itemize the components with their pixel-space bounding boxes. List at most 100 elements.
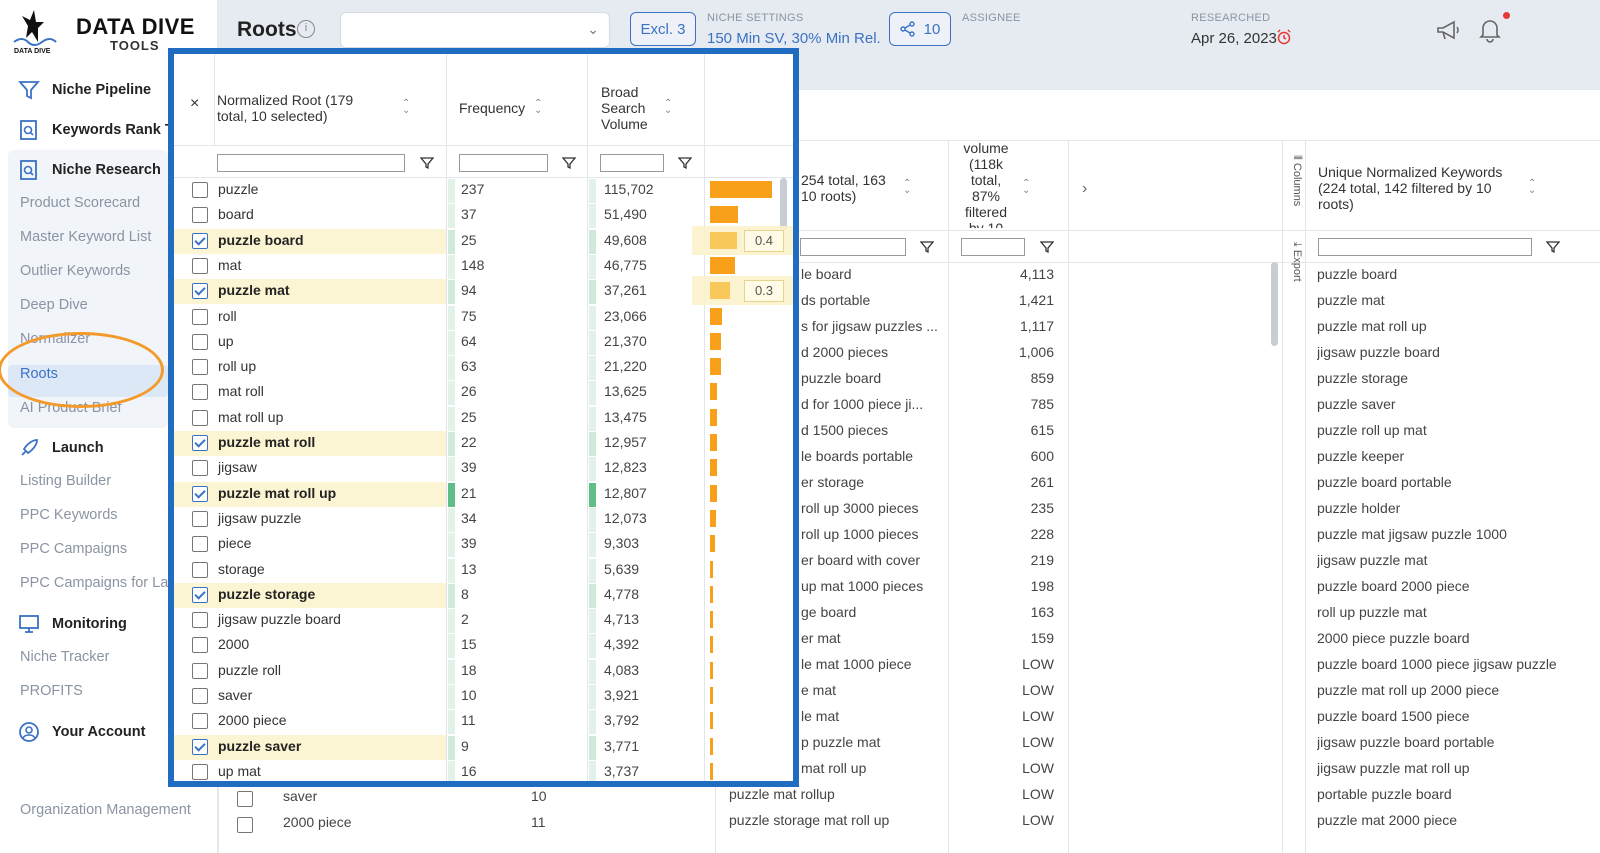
sort-icon[interactable]: ⌃ ⌄ <box>903 179 911 196</box>
root-cell[interactable]: puzzle roll <box>218 662 281 678</box>
root-cell[interactable]: puzzle mat <box>218 282 290 298</box>
root-cell[interactable]: mat roll up <box>218 409 283 425</box>
filter-icon[interactable] <box>1040 240 1054 254</box>
bell-icon[interactable] <box>1476 16 1504 44</box>
unique-keyword-cell[interactable]: puzzle mat jigsaw puzzle 1000 <box>1317 526 1597 542</box>
unique-keyword-cell[interactable]: puzzle board 2000 piece <box>1317 578 1597 594</box>
root-cell[interactable]: saver <box>218 687 252 703</box>
keyword-cell[interactable]: ds portable <box>801 292 943 308</box>
keyword-cell[interactable]: puzzle board <box>801 370 943 386</box>
row-checkbox[interactable] <box>192 586 208 603</box>
keyword-column-header[interactable]: 254 total, 163 10 roots) <box>801 172 886 204</box>
unique-keyword-cell[interactable]: puzzle board 1500 piece <box>1317 708 1597 724</box>
scrollbar-thumb[interactable] <box>780 178 787 230</box>
unique-keyword-cell[interactable]: puzzle saver <box>1317 396 1597 412</box>
unique-keyword-cell[interactable]: puzzle storage <box>1317 370 1597 386</box>
keyword-cell[interactable]: mat roll up <box>801 760 943 776</box>
filter-icon[interactable] <box>420 156 434 170</box>
columns-panel-tab[interactable]: ⦀ Columns <box>1285 155 1303 235</box>
keyword-cell[interactable]: d 2000 pieces <box>801 344 943 360</box>
unique-keyword-cell[interactable]: jigsaw puzzle board <box>1317 344 1597 360</box>
unique-keywords-header[interactable]: Unique Normalized Keywords (224 total, 14… <box>1318 164 1518 212</box>
row-checkbox[interactable] <box>192 283 208 300</box>
volume-filter-input[interactable] <box>600 154 664 172</box>
unique-keyword-cell[interactable]: jigsaw puzzle board portable <box>1317 734 1597 750</box>
row-checkbox[interactable] <box>192 662 208 679</box>
root-cell[interactable]: puzzle storage <box>218 586 315 602</box>
keyword-cell[interactable]: s for jigsaw puzzles ... <box>801 318 943 334</box>
info-icon[interactable]: i <box>297 20 315 38</box>
frequency-header[interactable]: Frequency <box>459 100 525 116</box>
row-checkbox[interactable] <box>192 763 208 780</box>
row-checkbox[interactable] <box>237 791 253 807</box>
row-checkbox[interactable] <box>192 308 208 325</box>
unique-keyword-filter-input[interactable] <box>1318 238 1532 256</box>
keyword-cell[interactable]: er storage <box>801 474 943 490</box>
sort-icon[interactable]: ⌃ ⌄ <box>1528 179 1536 196</box>
row-checkbox[interactable] <box>192 182 208 198</box>
unique-keyword-cell[interactable]: roll up puzzle mat <box>1317 604 1597 620</box>
root-cell[interactable]: 2000 piece <box>218 712 287 728</box>
share-button[interactable]: 10 <box>889 12 951 46</box>
root-cell[interactable]: storage <box>218 561 265 577</box>
root-cell[interactable]: puzzle saver <box>218 738 301 754</box>
sort-icon[interactable]: ⌃ ⌄ <box>534 99 542 116</box>
keyword-cell[interactable]: le boards portable <box>801 448 943 464</box>
keyword-cell[interactable]: le board <box>801 266 943 282</box>
filter-icon[interactable] <box>920 240 934 254</box>
filter-icon[interactable] <box>1546 240 1560 254</box>
root-cell[interactable]: piece <box>218 535 251 551</box>
unique-keyword-cell[interactable]: puzzle board 1000 piece jigsaw puzzle <box>1317 656 1597 672</box>
unique-keyword-cell[interactable]: puzzle board portable <box>1317 474 1597 490</box>
volume-column-header[interactable]: volume (118k total, 87% filtered by 10 <box>960 140 1012 228</box>
root-cell[interactable]: board <box>218 206 254 222</box>
chevron-right-icon[interactable]: › <box>1082 180 1087 198</box>
nav-organization-management[interactable]: Organization Management <box>20 802 195 818</box>
scrollbar-thumb[interactable] <box>1271 262 1278 346</box>
unique-keyword-cell[interactable]: puzzle mat 2000 piece <box>1317 812 1597 828</box>
root-cell[interactable]: roll up <box>218 358 256 374</box>
row-checkbox[interactable] <box>192 460 208 477</box>
unique-keyword-cell[interactable]: puzzle mat roll up <box>1317 318 1597 334</box>
keyword-cell[interactable]: er board with cover <box>801 552 943 568</box>
root-cell[interactable]: jigsaw puzzle board <box>218 611 341 627</box>
keyword-cell[interactable]: p puzzle mat <box>801 734 943 750</box>
sort-icon[interactable]: ⌃ ⌄ <box>402 99 410 116</box>
row-checkbox[interactable] <box>192 409 208 426</box>
niche-settings-value[interactable]: 150 Min SV, 30% Min Rel. <box>707 30 881 47</box>
keyword-cell[interactable]: roll up 1000 pieces <box>801 526 943 542</box>
row-checkbox[interactable] <box>192 232 208 249</box>
row-checkbox[interactable] <box>192 207 208 224</box>
row-checkbox[interactable] <box>192 713 208 730</box>
root-cell[interactable]: mat roll <box>218 383 264 399</box>
row-checkbox[interactable] <box>192 561 208 578</box>
root-cell[interactable]: puzzle mat roll <box>218 434 315 450</box>
keyword-cell[interactable]: roll up 3000 pieces <box>801 500 943 516</box>
unique-keyword-cell[interactable]: puzzle roll up mat <box>1317 422 1597 438</box>
unique-keyword-cell[interactable]: puzzle board <box>1317 266 1597 282</box>
row-checkbox[interactable] <box>192 688 208 704</box>
exclusions-button[interactable]: Excl. 3 <box>630 12 696 46</box>
volume-filter-input[interactable] <box>961 238 1025 256</box>
unique-keyword-cell[interactable]: puzzle keeper <box>1317 448 1597 464</box>
keyword-cell[interactable]: up mat 1000 pieces <box>801 578 943 594</box>
keyword-filter-input[interactable] <box>800 238 906 256</box>
niche-selector-dropdown[interactable]: ⌄ <box>340 12 610 48</box>
normalized-root-header[interactable]: Normalized Root (179 total, 10 selected) <box>217 92 353 124</box>
row-checkbox[interactable] <box>237 817 253 833</box>
root-cell[interactable]: puzzle mat roll up <box>218 485 336 501</box>
filter-icon[interactable] <box>678 156 692 170</box>
unique-keyword-cell[interactable]: puzzle mat <box>1317 292 1597 308</box>
alarm-clock-icon[interactable] <box>1276 29 1292 45</box>
root-cell[interactable]: roll <box>218 308 237 324</box>
broad-search-volume-header[interactable]: Broad Search Volume <box>601 84 648 132</box>
keyword-cell[interactable]: d 1500 pieces <box>801 422 943 438</box>
unique-keyword-cell[interactable]: jigsaw puzzle mat <box>1317 552 1597 568</box>
keyword-cell[interactable]: d for 1000 piece ji... <box>801 396 943 412</box>
unique-keyword-cell[interactable]: puzzle holder <box>1317 500 1597 516</box>
sort-icon[interactable]: ⌃ ⌄ <box>1022 179 1030 196</box>
unique-keyword-cell[interactable]: jigsaw puzzle mat roll up <box>1317 760 1597 776</box>
unique-keyword-cell[interactable]: portable puzzle board <box>1317 786 1597 802</box>
root-cell[interactable]: up <box>218 333 234 349</box>
sort-icon[interactable]: ⌃ ⌄ <box>664 99 672 116</box>
